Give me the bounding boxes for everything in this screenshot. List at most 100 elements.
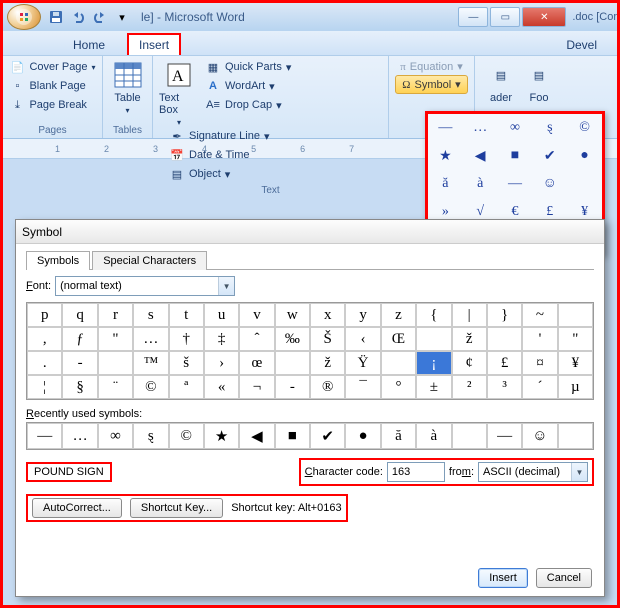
shortcut-key-button[interactable]: Shortcut Key... xyxy=(130,498,223,518)
chargrid-cell[interactable] xyxy=(558,303,593,327)
symbol-grid-item[interactable]: ■ xyxy=(498,142,533,170)
symbol-grid-item[interactable]: à xyxy=(463,170,498,198)
chargrid-cell[interactable]: ³ xyxy=(487,375,522,399)
chargrid-cell[interactable]: x xyxy=(310,303,345,327)
recent-cell[interactable]: ✔ xyxy=(310,423,345,449)
chargrid-cell[interactable]: y xyxy=(345,303,380,327)
chargrid-cell[interactable]: © xyxy=(133,375,168,399)
recent-grid[interactable]: —…∞ȿ©★◀■✔●ăà—☺ xyxy=(26,422,594,450)
date-time-button[interactable]: 📅Date & Time xyxy=(167,146,271,164)
chargrid-cell[interactable]: ¨ xyxy=(98,375,133,399)
chargrid-cell[interactable]: ™ xyxy=(133,351,168,375)
chargrid-cell[interactable]: ¥ xyxy=(558,351,593,375)
qat-redo-icon[interactable] xyxy=(91,8,109,26)
recent-cell[interactable]: ȿ xyxy=(133,423,168,449)
chargrid-cell[interactable]: ƒ xyxy=(62,327,97,351)
symbol-grid-item[interactable]: ă xyxy=(428,170,463,198)
chargrid-cell[interactable] xyxy=(381,351,416,375)
recent-cell[interactable]: ★ xyxy=(204,423,239,449)
chargrid-cell[interactable]: - xyxy=(275,375,310,399)
recent-cell[interactable]: — xyxy=(27,423,62,449)
chargrid-cell[interactable]: t xyxy=(169,303,204,327)
recent-cell[interactable]: ă xyxy=(381,423,416,449)
qat-undo-icon[interactable] xyxy=(69,8,87,26)
symbol-grid-item[interactable]: — xyxy=(428,114,463,142)
chargrid-cell[interactable]: | xyxy=(452,303,487,327)
quick-parts-button[interactable]: ▦Quick Parts ▾ xyxy=(203,58,293,76)
chargrid-cell[interactable]: w xyxy=(275,303,310,327)
chargrid-cell[interactable]: q xyxy=(62,303,97,327)
tab-special-characters[interactable]: Special Characters xyxy=(92,251,207,270)
chargrid-cell[interactable]: Š xyxy=(310,327,345,351)
recent-cell[interactable]: ∞ xyxy=(98,423,133,449)
chargrid-cell[interactable]: ® xyxy=(310,375,345,399)
qat-dropdown-icon[interactable]: ▾ xyxy=(113,8,131,26)
symbol-grid-item[interactable]: ● xyxy=(567,142,602,170)
chargrid-cell[interactable] xyxy=(98,351,133,375)
chargrid-cell[interactable]: « xyxy=(204,375,239,399)
footer-button[interactable]: ▤Foo xyxy=(523,58,555,104)
chargrid-cell[interactable]: ° xyxy=(381,375,416,399)
maximize-button[interactable]: ▭ xyxy=(490,7,520,27)
text-box-button[interactable]: A Text Box▾ xyxy=(159,58,199,127)
chargrid-cell[interactable]: ¡ xyxy=(416,351,451,375)
chargrid-cell[interactable]: œ xyxy=(239,351,274,375)
chargrid-cell[interactable]: › xyxy=(204,351,239,375)
chargrid-cell[interactable] xyxy=(416,327,451,351)
chargrid-cell[interactable]: . xyxy=(27,351,62,375)
chargrid-cell[interactable]: ¦ xyxy=(27,375,62,399)
chargrid-cell[interactable]: { xyxy=(416,303,451,327)
cancel-button[interactable]: Cancel xyxy=(536,568,592,588)
chargrid-cell[interactable]: ± xyxy=(416,375,451,399)
chargrid-cell[interactable]: † xyxy=(169,327,204,351)
symbol-grid-item[interactable]: © xyxy=(567,114,602,142)
font-combo[interactable]: (normal text)▼ xyxy=(55,276,235,296)
header-button[interactable]: ▤ader xyxy=(485,58,517,104)
chargrid-cell[interactable]: Ÿ xyxy=(345,351,380,375)
tab-symbols[interactable]: Symbols xyxy=(26,251,90,270)
qat-save-icon[interactable] xyxy=(47,8,65,26)
chargrid-cell[interactable]: Œ xyxy=(381,327,416,351)
chargrid-cell[interactable]: ‰ xyxy=(275,327,310,351)
cover-page-button[interactable]: 📄Cover Page ▾ xyxy=(7,58,97,76)
wordart-button[interactable]: AWordArt ▾ xyxy=(203,77,293,95)
signature-line-button[interactable]: ✒Signature Line ▾ xyxy=(167,127,271,145)
from-combo[interactable]: ASCII (decimal)▼ xyxy=(478,462,588,482)
chargrid-cell[interactable]: ¢ xyxy=(452,351,487,375)
symbol-grid-item[interactable]: ∞ xyxy=(498,114,533,142)
symbol-grid-item[interactable] xyxy=(567,170,602,198)
tab-insert[interactable]: Insert xyxy=(127,33,181,55)
chargrid-cell[interactable]: š xyxy=(169,351,204,375)
recent-cell[interactable]: … xyxy=(62,423,97,449)
table-button[interactable]: Table▾ xyxy=(112,58,144,115)
blank-page-button[interactable]: ▫Blank Page xyxy=(7,77,87,95)
chargrid-cell[interactable]: ž xyxy=(310,351,345,375)
chargrid-cell[interactable]: µ xyxy=(558,375,593,399)
equation-button[interactable]: πEquation ▾ xyxy=(396,58,467,75)
recent-cell[interactable] xyxy=(558,423,593,449)
symbol-grid-item[interactable]: — xyxy=(498,170,533,198)
drop-cap-button[interactable]: A≡Drop Cap ▾ xyxy=(203,96,293,114)
office-button[interactable] xyxy=(7,4,41,30)
chargrid-cell[interactable]: … xyxy=(133,327,168,351)
recent-cell[interactable]: ☺ xyxy=(522,423,557,449)
chargrid-cell[interactable] xyxy=(487,327,522,351)
chargrid-cell[interactable]: u xyxy=(204,303,239,327)
chargrid-cell[interactable]: ' xyxy=(522,327,557,351)
chargrid-cell[interactable]: - xyxy=(62,351,97,375)
recent-cell[interactable]: ■ xyxy=(275,423,310,449)
chargrid-cell[interactable]: s xyxy=(133,303,168,327)
chargrid-cell[interactable] xyxy=(275,351,310,375)
chargrid-cell[interactable]: " xyxy=(558,327,593,351)
chargrid-cell[interactable]: r xyxy=(98,303,133,327)
chargrid-cell[interactable]: v xyxy=(239,303,274,327)
recent-cell[interactable]: à xyxy=(416,423,451,449)
chargrid-cell[interactable]: £ xyxy=(487,351,522,375)
chargrid-cell[interactable]: ‹ xyxy=(345,327,380,351)
symbol-grid-item[interactable]: … xyxy=(463,114,498,142)
recent-cell[interactable] xyxy=(452,423,487,449)
chargrid-cell[interactable]: ´ xyxy=(522,375,557,399)
symbol-grid-item[interactable]: ◀ xyxy=(463,142,498,170)
chargrid-cell[interactable]: } xyxy=(487,303,522,327)
minimize-button[interactable]: — xyxy=(458,7,488,27)
